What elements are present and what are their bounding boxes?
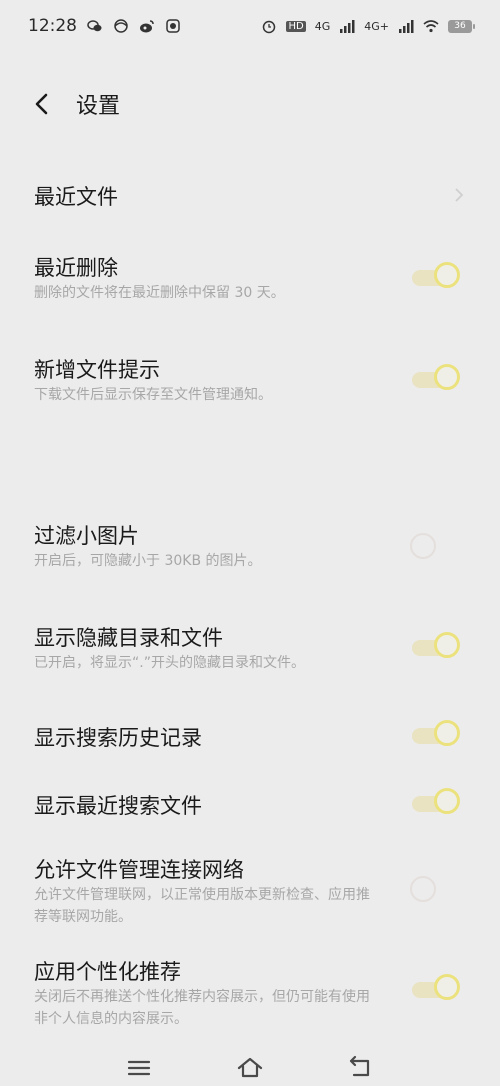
toggle-knob [434, 788, 460, 814]
alarm-icon [263, 20, 276, 34]
toggle-show-hidden[interactable] [410, 632, 466, 664]
hd-indicator: HD [286, 20, 306, 32]
toggle-personalized[interactable] [410, 974, 466, 1006]
toggle-knob [410, 876, 436, 902]
home-icon[interactable] [236, 1054, 264, 1082]
setting-row-recent-files[interactable]: 最近文件 [0, 170, 500, 220]
setting-row-network-access: 允许文件管理连接网络 允许文件管理联网，以正常使用版本更新检查、应用推荐等联网功… [0, 848, 500, 928]
setting-row-personalized: 应用个性化推荐 关闭后不再推送个性化推荐内容展示，但仍可能有使用非个人信息的内容… [0, 950, 500, 1030]
setting-description: 允许文件管理联网，以正常使用版本更新检查、应用推荐等联网功能。 [34, 887, 370, 925]
wechat-icon [87, 20, 102, 32]
toggle-recent-search[interactable] [410, 788, 466, 820]
toggle-filter-small-images[interactable] [410, 533, 466, 565]
navigation-bar [0, 1046, 500, 1086]
setting-title: 最近删除 [34, 256, 118, 280]
toggle-knob [434, 364, 460, 390]
toggle-knob [434, 632, 460, 658]
setting-title: 显示搜索历史记录 [34, 726, 202, 750]
chevron-right-icon [455, 188, 464, 202]
network-indicator-1: 4G [314, 19, 331, 33]
toggle-network-access[interactable] [410, 876, 466, 908]
toggle-knob [434, 974, 460, 1000]
status-right: HD 4G 4G+ 36 [261, 18, 475, 34]
status-left: 12:28 [28, 16, 181, 36]
setting-title: 新增文件提示 [34, 358, 160, 382]
back-button[interactable] [28, 90, 56, 118]
battery-icon: 36 [448, 19, 475, 33]
page-title: 设置 [76, 94, 121, 119]
setting-description: 关闭后不再推送个性化推荐内容展示，但仍可能有使用非个人信息的内容展示。 [34, 989, 370, 1027]
setting-row-search-history: 显示搜索历史记录 [0, 712, 500, 762]
setting-title: 过滤小图片 [34, 524, 139, 548]
toggle-search-history[interactable] [410, 720, 466, 752]
status-time: 12:28 [28, 16, 77, 36]
setting-description: 删除的文件将在最近删除中保留 30 天。 [34, 285, 285, 301]
setting-description: 下载文件后显示保存至文件管理通知。 [34, 387, 272, 403]
setting-title: 允许文件管理连接网络 [34, 858, 244, 882]
toggle-new-file-notice[interactable] [410, 364, 466, 396]
network-indicator-2: 4G+ [364, 19, 389, 33]
toggle-knob [434, 262, 460, 288]
setting-row-recent-search: 显示最近搜索文件 [0, 780, 500, 830]
signal-icon-1 [340, 20, 355, 33]
setting-row-recently-deleted: 最近删除 删除的文件将在最近删除中保留 30 天。 [0, 246, 500, 316]
header: 设置 [0, 78, 500, 130]
setting-title: 应用个性化推荐 [34, 960, 181, 984]
setting-title: 最近文件 [34, 185, 118, 209]
setting-row-show-hidden: 显示隐藏目录和文件 已开启，将显示“.”开头的隐藏目录和文件。 [0, 616, 500, 686]
back-nav-icon[interactable] [346, 1054, 374, 1082]
setting-title: 显示隐藏目录和文件 [34, 626, 223, 650]
camera-app-icon [166, 19, 180, 33]
browser-icon [114, 19, 128, 33]
menu-icon[interactable] [125, 1054, 153, 1082]
setting-title: 显示最近搜索文件 [34, 794, 202, 818]
wifi-icon [423, 20, 439, 33]
toggle-knob [410, 533, 436, 559]
battery-level: 36 [454, 21, 466, 31]
toggle-knob [434, 720, 460, 746]
setting-row-filter-small-images: 过滤小图片 开启后，可隐藏小于 30KB 的图片。 [0, 514, 500, 584]
status-bar: 12:28 HD 4G 4G+ 36 [0, 0, 500, 52]
setting-row-new-file-notice: 新增文件提示 下载文件后显示保存至文件管理通知。 [0, 348, 500, 418]
toggle-recently-deleted[interactable] [410, 262, 466, 294]
setting-description: 已开启，将显示“.”开头的隐藏目录和文件。 [34, 655, 305, 671]
weibo-icon [140, 20, 154, 33]
setting-description: 开启后，可隐藏小于 30KB 的图片。 [34, 553, 262, 569]
signal-icon-2 [399, 20, 414, 33]
back-arrow-icon [35, 93, 48, 115]
